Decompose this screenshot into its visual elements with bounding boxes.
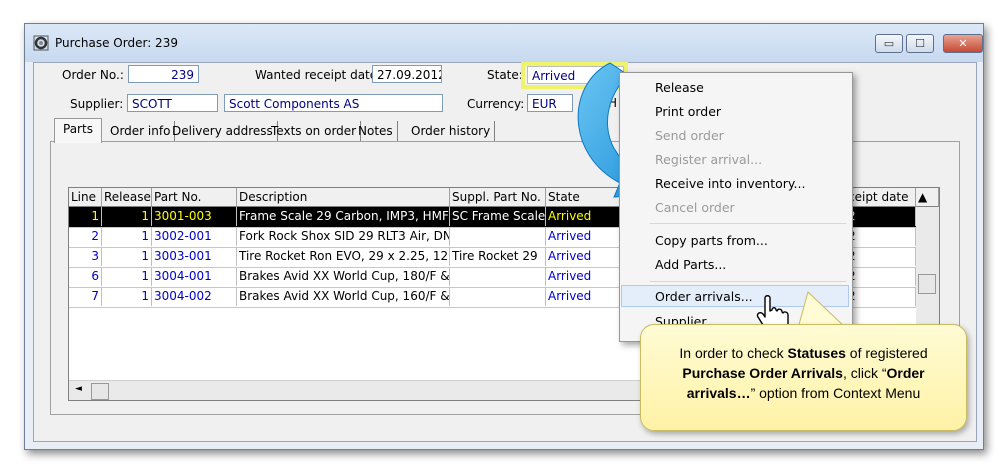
cell-suppl[interactable]: [450, 267, 546, 286]
instruction-callout: In order to check Statuses of registered…: [640, 324, 967, 431]
menu-item-cancel-order[interactable]: Cancel order: [655, 200, 735, 215]
menu-separator: [650, 223, 846, 224]
supplier-code-field[interactable]: SCOTT: [127, 94, 218, 112]
cell-release[interactable]: 1: [102, 207, 152, 226]
wanted-receipt-label: Wanted receipt date:: [255, 68, 382, 82]
menu-item-register-arrival[interactable]: Register arrival...: [655, 152, 762, 167]
cell-part[interactable]: 3001-003: [152, 207, 237, 226]
col-header-line[interactable]: Line: [69, 188, 102, 207]
cell-release[interactable]: 1: [102, 287, 152, 306]
state-label: State:: [487, 68, 523, 82]
tab-notes[interactable]: Notes: [354, 121, 398, 141]
cell-part[interactable]: 3002-001: [152, 227, 237, 246]
title-bar: Purchase Order: 239 ▭ ☐ ✕: [25, 24, 983, 62]
close-button[interactable]: ✕: [943, 34, 983, 53]
scroll-left-icon[interactable]: ◄: [75, 384, 82, 394]
col-header-receipt-date[interactable]: ceipt date: [846, 188, 916, 207]
menu-item-copy-parts-from[interactable]: Copy parts from...: [655, 233, 768, 248]
menu-item-send-order[interactable]: Send order: [655, 128, 724, 143]
menu-item-add-parts[interactable]: Add Parts...: [655, 257, 726, 272]
cell-release[interactable]: 1: [102, 247, 152, 266]
cell-line[interactable]: 2: [69, 227, 102, 246]
callout-text: In order to check Statuses of registered…: [679, 345, 928, 401]
col-header-suppl-part-no[interactable]: Suppl. Part No.: [450, 188, 546, 207]
cell-desc[interactable]: Brakes Avid XX World Cup, 160/F & 160: [237, 287, 450, 306]
menu-item-print-order[interactable]: Print order: [655, 104, 721, 119]
cell-suppl[interactable]: [450, 227, 546, 246]
menu-item-receive-into-inventory[interactable]: Receive into inventory...: [655, 176, 805, 191]
tab-order-history[interactable]: Order history: [407, 121, 496, 141]
window-title: Purchase Order: 239: [55, 36, 178, 50]
cell-date[interactable]: 2: [846, 267, 916, 286]
supplier-label: Supplier:: [70, 97, 124, 111]
maximize-button[interactable]: ☐: [906, 34, 934, 53]
cell-date[interactable]: 2: [846, 227, 916, 246]
cell-line[interactable]: 6: [69, 267, 102, 286]
cell-line[interactable]: 1: [69, 207, 102, 226]
cell-state[interactable]: Arrived: [546, 247, 626, 266]
cell-date[interactable]: 2: [846, 247, 916, 266]
cell-suppl[interactable]: SC Frame Scale: [450, 207, 546, 226]
menu-item-release[interactable]: Release: [655, 80, 704, 95]
cell-desc[interactable]: Frame Scale 29 Carbon, IMP3, HMF NE: [237, 207, 450, 226]
cell-suppl[interactable]: [450, 287, 546, 306]
minimize-button[interactable]: ▭: [875, 34, 903, 53]
col-header-description[interactable]: Description: [237, 188, 450, 207]
cell-date[interactable]: 2: [846, 207, 916, 226]
cell-release[interactable]: 1: [102, 267, 152, 286]
cell-desc[interactable]: Fork Rock Shox SID 29 RLT3 Air, DNA3: [237, 227, 450, 246]
menu-item-order-arrivals[interactable]: Order arrivals...: [655, 289, 753, 304]
order-no-label: Order No.:: [62, 68, 124, 82]
tab-parts[interactable]: Parts: [54, 118, 102, 143]
col-header-part-no[interactable]: Part No.: [152, 188, 237, 207]
wanted-receipt-date-field[interactable]: 27.09.2012: [372, 65, 442, 83]
cell-state[interactable]: Arrived: [546, 227, 626, 246]
gear-icon: [33, 35, 49, 51]
cell-desc[interactable]: Tire Rocket Ron EVO, 29 x 2.25, 127EF: [237, 247, 450, 266]
cell-release[interactable]: 1: [102, 227, 152, 246]
tab-delivery-address[interactable]: Delivery address: [168, 121, 278, 141]
cell-line[interactable]: 7: [69, 287, 102, 306]
scroll-up-icon[interactable]: ▲: [916, 188, 939, 207]
cell-part[interactable]: 3004-001: [152, 267, 237, 286]
supplier-name-field[interactable]: Scott Components AS: [224, 94, 443, 112]
tab-order-info[interactable]: Order info: [106, 121, 176, 141]
cell-state[interactable]: Arrived: [546, 287, 626, 306]
cell-date[interactable]: 2: [846, 287, 916, 306]
cell-part[interactable]: 3003-001: [152, 247, 237, 266]
cell-line[interactable]: 3: [69, 247, 102, 266]
cell-part[interactable]: 3004-002: [152, 287, 237, 306]
cell-suppl[interactable]: Tire Rocket 29: [450, 247, 546, 266]
menu-separator: [650, 281, 846, 282]
vertical-scroll-thumb[interactable]: [918, 274, 936, 294]
currency-label: Currency:: [467, 97, 525, 111]
order-no-field[interactable]: 239: [128, 65, 199, 83]
col-header-release[interactable]: Release: [102, 188, 152, 207]
cell-desc[interactable]: Brakes Avid XX World Cup, 180/F & 160: [237, 267, 450, 286]
tab-texts-on-order[interactable]: Texts on order: [267, 121, 362, 141]
cell-state[interactable]: Arrived: [546, 267, 626, 286]
horizontal-scroll-thumb[interactable]: [91, 383, 109, 400]
